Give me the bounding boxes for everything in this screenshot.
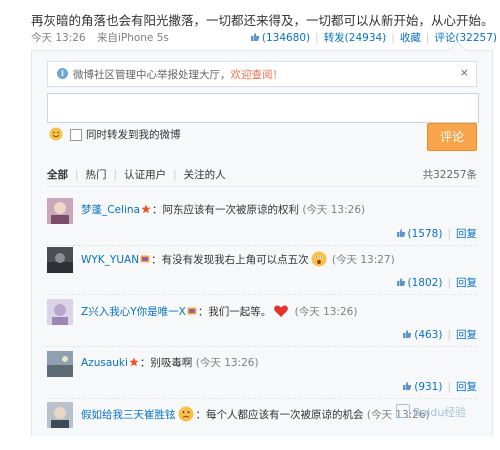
comment-like-button[interactable]: (1802) (396, 277, 442, 289)
tab-following[interactable]: 关注的人 (184, 167, 226, 182)
comment-text: ：别吸毒啊 (139, 357, 193, 369)
notice-text: 微博社区管理中心举报处理大厅， (73, 69, 231, 81)
thumb-up-icon (250, 32, 259, 41)
star-badge-icon (129, 357, 139, 367)
comment-count: 共32257条 (422, 169, 477, 181)
comment-item: WYK_YUAN ：有没有发现我右上角可以点五次 (今天 13:27) (1802… (47, 247, 477, 295)
surprised-emoji-icon (311, 251, 327, 267)
emoji-icon[interactable] (49, 127, 63, 141)
post-text: 再灰暗的角落也会有阳光撒落，一切都还来得及，一切都可以从新开始，从心开始。 (31, 13, 494, 28)
comment-user[interactable]: WYK_YUAN (81, 254, 139, 266)
reply-link[interactable]: 回复 (456, 381, 477, 393)
comment-text: ：我们一起等。 (197, 306, 272, 318)
avatar[interactable] (47, 351, 73, 377)
star-badge-icon (141, 204, 151, 214)
close-icon[interactable]: × (460, 66, 469, 79)
comment-link[interactable]: 评论(32257) (434, 30, 497, 45)
comment-time: (今天 13:26) (294, 306, 358, 318)
favorite-link[interactable]: 收藏 (400, 30, 421, 45)
comment-item: Z兴入我心Y你是唯一X ：我们一起等。 (今天 13:26) (463) | 回复 (47, 299, 477, 347)
reply-link[interactable]: 回复 (456, 228, 477, 240)
post-time[interactable]: 今天 13:26 (31, 32, 86, 44)
watermark: Baidu经验 (396, 404, 466, 420)
thumb-up-icon (396, 278, 405, 286)
post-source: 来自iPhone 5s (96, 32, 169, 44)
thumb-up-icon (403, 330, 412, 338)
repost-checkbox[interactable] (70, 129, 82, 141)
comment-user[interactable]: 假如给我三天崔胜铉 (81, 409, 176, 421)
thumb-up-icon (396, 229, 405, 237)
sad-emoji-icon (178, 406, 193, 422)
comment-text: ：有没有发现我右上角可以点五次 (151, 254, 309, 266)
comment-user[interactable]: 梦蓬_Celina (81, 204, 140, 216)
comment-user[interactable]: Z兴入我心Y你是唯一X (81, 306, 186, 318)
comment-like-button[interactable]: (931) (402, 381, 442, 393)
comment-item: 梦蓬_Celina ：阿东应该有一次被原谅的权利 (今天 13:26) (1578… (47, 198, 477, 246)
tab-all[interactable]: 全部 (47, 167, 68, 182)
thumb-up-icon (403, 382, 412, 390)
comment-user[interactable]: Azusauki (81, 357, 128, 369)
reply-link[interactable]: 回复 (456, 329, 477, 341)
tab-verified[interactable]: 认证用户 (124, 167, 166, 182)
comment-panel: i 微博社区管理中心举报处理大厅，欢迎查阅！ × 同时转发到我的微博 评论 全部… (31, 41, 493, 436)
heart-emoji-icon (274, 305, 289, 317)
tabs-divider (47, 186, 477, 187)
info-icon: i (57, 68, 68, 79)
notice-bar: i 微博社区管理中心举报处理大厅，欢迎查阅！ × (47, 61, 477, 87)
repost-checkbox-label: 同时转发到我的微博 (86, 129, 181, 141)
comment-time: (今天 13:27) (331, 254, 395, 266)
comment-text: ：阿东应该有一次被原谅的权利 (151, 204, 299, 216)
avatar[interactable] (47, 247, 73, 273)
comment-input[interactable] (47, 93, 479, 123)
vip-badge-icon (187, 307, 197, 315)
tab-hot[interactable]: 热门 (86, 167, 107, 182)
paw-icon (396, 404, 410, 418)
avatar[interactable] (47, 299, 73, 325)
comment-tabs: 全部 | 热门 | 认证用户 | 关注的人 共32257条 (47, 167, 477, 182)
vip-badge-icon (140, 255, 150, 263)
comment-item: Azusauki ：别吸毒啊 (今天 13:26) (931) | 回复 (47, 351, 477, 399)
repost-link[interactable]: 转发(24934) (324, 30, 387, 45)
comment-like-button[interactable]: (1578) (396, 228, 442, 240)
comment-submit-button[interactable]: 评论 (427, 123, 477, 151)
reply-link[interactable]: 回复 (456, 277, 477, 289)
comment-text: ：每个人都应该有一次被原谅的机会 (195, 409, 364, 421)
avatar[interactable] (47, 402, 73, 428)
post-meta: 今天 13:26 来自iPhone 5s (134680) | 转发(24934… (31, 30, 497, 45)
comment-time: (今天 13:26) (195, 357, 259, 369)
avatar[interactable] (47, 198, 73, 224)
notice-link[interactable]: 欢迎查阅！ (231, 69, 284, 81)
like-button[interactable]: (134680) (250, 32, 310, 44)
comment-time: (今天 13:26) (302, 204, 366, 216)
comment-like-button[interactable]: (463) (402, 329, 442, 341)
